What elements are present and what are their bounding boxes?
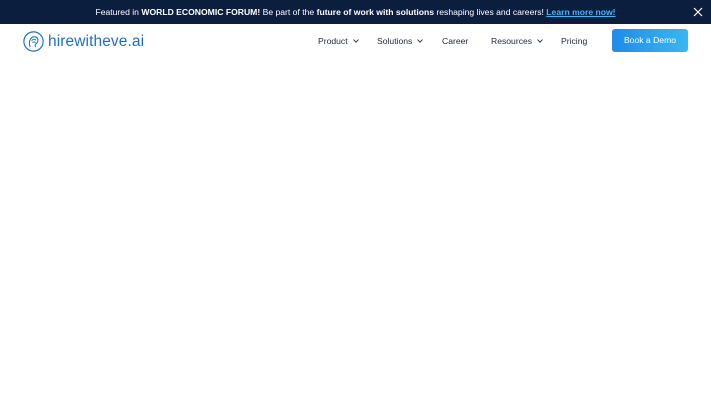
chevron-down-icon xyxy=(352,39,359,43)
announcement-emphasis-future: future of work with solutions xyxy=(316,7,435,17)
announcement-suffix: reshaping lives and careers! xyxy=(434,7,547,17)
nav-career[interactable]: Career xyxy=(442,24,468,58)
announcement-prefix: Featured in xyxy=(95,7,142,17)
announcement-emphasis-wef: WORLD ECONOMIC FORUM! xyxy=(141,7,261,17)
nav-pricing[interactable]: Pricing xyxy=(561,24,587,58)
nav-solutions[interactable]: Solutions xyxy=(377,24,424,58)
chevron-down-icon xyxy=(417,39,424,43)
nav-resources-label: Resources xyxy=(491,36,533,46)
book-demo-button[interactable]: Book a Demo xyxy=(612,29,688,52)
nav-career-label: Career xyxy=(442,36,469,46)
logo-text: hirewitheve.ai xyxy=(48,32,145,50)
site-header: hirewitheve.ai Product Solutions Career … xyxy=(0,24,711,58)
announcement-text: Featured in WORLD ECONOMIC FORUM! Be par… xyxy=(0,0,711,24)
announcement-bar: Featured in WORLD ECONOMIC FORUM! Be par… xyxy=(0,0,711,24)
logo[interactable]: hirewitheve.ai xyxy=(23,31,144,52)
nav-resources[interactable]: Resources xyxy=(491,24,543,58)
nav-product-label: Product xyxy=(318,36,348,46)
announcement-middle: Be part of the xyxy=(260,7,317,17)
nav-pricing-label: Pricing xyxy=(561,36,588,46)
close-icon[interactable] xyxy=(693,7,703,17)
eve-head-logo-icon xyxy=(23,31,44,52)
learn-more-link[interactable]: Learn more now! xyxy=(546,7,615,17)
chevron-down-icon xyxy=(537,39,543,43)
nav-product[interactable]: Product xyxy=(318,24,359,58)
nav-solutions-label: Solutions xyxy=(377,36,413,46)
